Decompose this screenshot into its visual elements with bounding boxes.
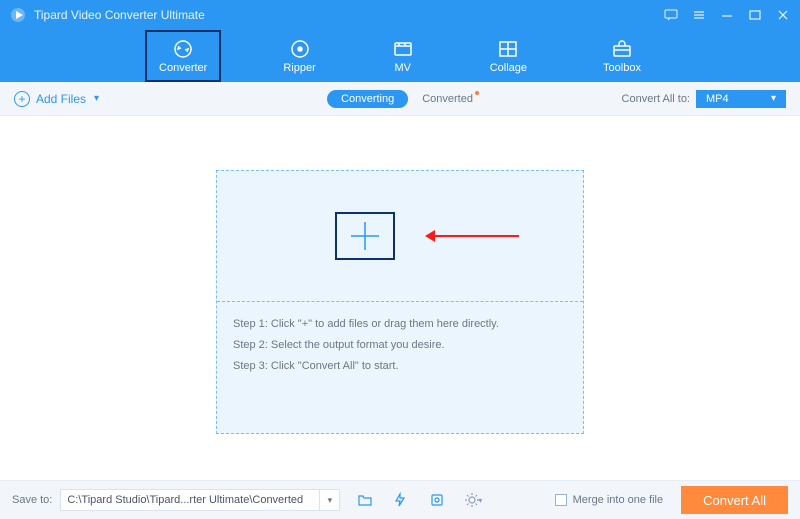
annotation-arrow [429, 235, 519, 237]
tab-label: Converter [159, 62, 207, 74]
speed-icon[interactable] [390, 489, 412, 511]
status-tabs: Converting Converted [327, 90, 473, 108]
plus-circle-icon: + [14, 91, 30, 107]
add-files-label: Add Files [36, 92, 86, 106]
merge-checkbox[interactable]: Merge into one file [555, 494, 664, 506]
format-select[interactable]: MP4 ▾ [696, 90, 786, 108]
step-2: Step 2: Select the output format you des… [233, 335, 567, 356]
tab-label: Toolbox [603, 62, 641, 74]
add-files-button[interactable]: + Add Files ▾ [14, 91, 99, 107]
app-title: Tipard Video Converter Ultimate [34, 8, 664, 22]
settings-icon[interactable]: ▾ [462, 489, 484, 511]
checkbox-icon [555, 494, 567, 506]
save-path-value: C:\Tipard Studio\Tipard...rter Ultimate\… [67, 494, 303, 506]
badge-dot-icon [475, 91, 479, 95]
step-3: Step 3: Click "Convert All" to start. [233, 356, 567, 377]
convert-all-to: Convert All to: MP4 ▾ [622, 90, 786, 108]
format-value: MP4 [706, 93, 729, 105]
tab-label: Ripper [283, 62, 315, 74]
tab-label: Collage [490, 62, 527, 74]
tab-collage[interactable]: Collage [476, 30, 541, 82]
save-to-label: Save to: [12, 494, 52, 506]
close-icon[interactable] [776, 8, 790, 22]
tab-converter[interactable]: Converter [145, 30, 221, 82]
app-logo-icon [10, 7, 26, 23]
open-folder-icon[interactable] [354, 489, 376, 511]
save-path-input[interactable]: C:\Tipard Studio\Tipard...rter Ultimate\… [60, 489, 320, 511]
chevron-down-icon: ▾ [94, 93, 99, 104]
minimize-icon[interactable] [720, 8, 734, 22]
ripper-icon [289, 38, 311, 60]
chevron-down-icon: ▾ [771, 93, 776, 104]
convert-all-label: Convert All [703, 493, 766, 508]
window-controls [664, 8, 790, 22]
titlebar: Tipard Video Converter Ultimate [0, 0, 800, 30]
tab-mv[interactable]: MV [378, 30, 428, 82]
instructions: Step 1: Click "+" to add files or drag t… [217, 302, 583, 389]
menu-icon[interactable] [692, 8, 706, 22]
topnav: Converter Ripper MV Collage Toolbox [0, 30, 800, 82]
toolbox-icon [611, 38, 633, 60]
add-file-plus-button[interactable] [335, 212, 395, 260]
maximize-icon[interactable] [748, 8, 762, 22]
toolbar: + Add Files ▾ Converting Converted Conve… [0, 82, 800, 116]
tab-converting[interactable]: Converting [327, 90, 408, 108]
save-path-dropdown[interactable]: ▾ [320, 489, 340, 511]
feedback-icon[interactable] [664, 8, 678, 22]
gpu-icon[interactable] [426, 489, 448, 511]
merge-label: Merge into one file [573, 494, 664, 506]
collage-icon [497, 38, 519, 60]
tab-ripper[interactable]: Ripper [269, 30, 329, 82]
save-path-group: C:\Tipard Studio\Tipard...rter Ultimate\… [60, 489, 340, 511]
converter-icon [172, 38, 194, 60]
tab-converted[interactable]: Converted [422, 93, 473, 105]
footer: Save to: C:\Tipard Studio\Tipard...rter … [0, 480, 800, 519]
tab-converted-label: Converted [422, 93, 473, 105]
dropzone-upper [217, 171, 583, 301]
convert-all-to-label: Convert All to: [622, 93, 690, 105]
workspace: Step 1: Click "+" to add files or drag t… [0, 116, 800, 480]
tab-label: MV [394, 62, 411, 74]
dropzone[interactable]: Step 1: Click "+" to add files or drag t… [216, 170, 584, 434]
tab-toolbox[interactable]: Toolbox [589, 30, 655, 82]
step-1: Step 1: Click "+" to add files or drag t… [233, 314, 567, 335]
mv-icon [392, 38, 414, 60]
convert-all-button[interactable]: Convert All [681, 486, 788, 514]
